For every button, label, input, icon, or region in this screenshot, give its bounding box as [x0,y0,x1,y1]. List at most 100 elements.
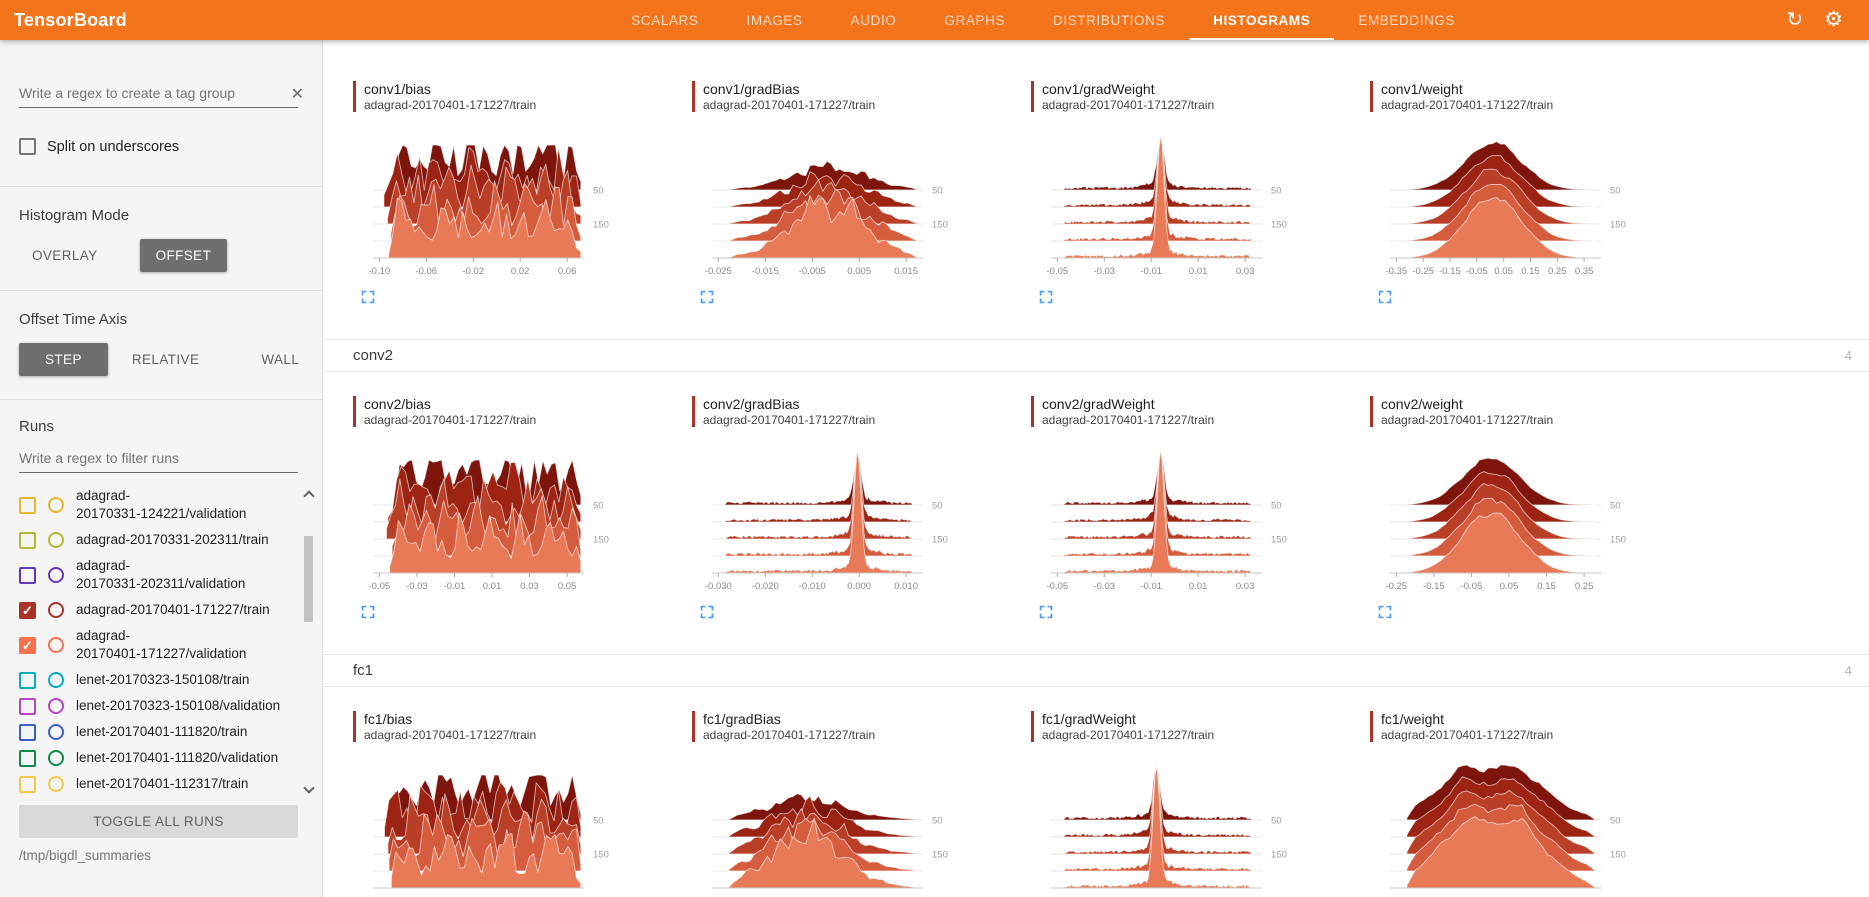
tab-scalars[interactable]: SCALARS [607,0,722,40]
card-titles: conv2/biasadagrad-20170401-171227/train [364,396,536,430]
svg-text:-0.015: -0.015 [752,266,779,277]
run-label: lenet-20170401-111820/validation [76,749,278,767]
svg-text:0.35: 0.35 [1575,266,1594,277]
run-list-item[interactable]: adagrad-20170331-124221/validation [19,483,298,527]
scrollbar-thumb[interactable] [304,536,313,622]
chart-run-label: adagrad-20170401-171227/train [364,728,536,743]
card-accent-bar [1031,711,1034,742]
offset-button[interactable]: OFFSET [140,239,228,272]
run-checkbox[interactable] [19,776,36,793]
expand-icon[interactable] [700,290,714,304]
toolbar-icons: ↻ ⚙ ? [1786,0,1869,40]
expand-icon[interactable] [1378,605,1392,619]
histogram-chart: 50150 [692,753,1031,897]
run-list-item[interactable]: lenet-20170323-150108/train [19,667,298,693]
run-list-item[interactable]: lenet-20170401-111820/validation [19,745,298,771]
split-underscores-checkbox[interactable] [19,138,36,155]
expand-icon[interactable] [361,605,375,619]
run-checkbox[interactable] [19,724,36,741]
expand-icon[interactable] [1378,290,1392,304]
card-row-fc1: fc1/biasadagrad-20170401-171227/train501… [324,711,1869,897]
card-row-conv2: conv2/biasadagrad-20170401-171227/train -… [324,396,1869,619]
svg-text:0.25: 0.25 [1575,581,1594,592]
card-titles: fc1/gradBiasadagrad-20170401-171227/trai… [703,711,875,745]
svg-text:50: 50 [593,501,604,512]
run-checkbox[interactable] [19,532,36,549]
run-list-item[interactable]: adagrad-20170331-202311/train [19,527,298,553]
run-checkbox[interactable]: ✓ [19,637,36,654]
run-color-circle[interactable] [48,567,64,583]
chart-run-label: adagrad-20170401-171227/train [1042,413,1214,428]
expand-icon[interactable] [1039,605,1053,619]
run-list-item[interactable]: ✓adagrad-20170401-171227/train [19,597,298,623]
tab-images[interactable]: IMAGES [723,0,827,40]
svg-text:150: 150 [1610,850,1626,861]
settings-icon[interactable]: ⚙ [1824,10,1843,30]
step-button[interactable]: STEP [19,343,108,376]
run-list-item[interactable]: lenet-20170401-112317/train [19,771,298,797]
runs-filter-input[interactable] [19,447,298,473]
expand-icon[interactable] [1039,290,1053,304]
check-icon: ✓ [22,603,33,619]
run-checkbox[interactable] [19,567,36,584]
tab-audio[interactable]: AUDIO [827,0,921,40]
card-titles: conv1/weightadagrad-20170401-171227/trai… [1381,81,1553,115]
run-color-circle[interactable] [48,602,64,618]
offset-time-axis-buttons: STEP RELATIVE WALL [19,343,298,376]
run-color-circle[interactable] [48,672,64,688]
run-checkbox[interactable] [19,750,36,767]
tab-histograms[interactable]: HISTOGRAMS [1189,0,1334,40]
histogram-chart: 50150 [353,753,692,897]
run-list-item[interactable]: adagrad-20170331-202311/validation [19,553,298,597]
app-title: TensorBoard [0,0,300,40]
expand-icon[interactable] [700,605,714,619]
chart-run-label: adagrad-20170401-171227/train [1042,728,1214,743]
tab-graphs[interactable]: GRAPHS [920,0,1029,40]
split-underscores-row[interactable]: Split on underscores [19,138,298,155]
run-color-circle[interactable] [48,637,64,653]
tab-distributions[interactable]: DISTRIBUTIONS [1029,0,1189,40]
chart-title: conv2/weight [1381,396,1553,413]
toggle-all-runs-button[interactable]: TOGGLE ALL RUNS [19,805,298,838]
run-color-circle[interactable] [48,724,64,740]
chart-title: conv1/bias [364,81,536,98]
run-checkbox[interactable] [19,497,36,514]
nav-tabs: SCALARSIMAGESAUDIOGRAPHSDISTRIBUTIONSHIS… [300,0,1786,40]
svg-text:0.05: 0.05 [558,581,577,592]
scroll-up-icon[interactable] [303,490,314,501]
run-color-circle[interactable] [48,532,64,548]
card-header: fc1/gradWeightadagrad-20170401-171227/tr… [1031,711,1370,745]
svg-text:150: 150 [1271,535,1287,546]
relative-button[interactable]: RELATIVE [116,343,215,376]
svg-text:-0.05: -0.05 [1461,581,1483,592]
overlay-button[interactable]: OVERLAY [16,239,114,272]
run-color-circle[interactable] [48,698,64,714]
run-label-line: 20170331-124221/validation [76,505,246,523]
run-list-item[interactable]: lenet-20170401-111820/train [19,719,298,745]
histogram-card: conv1/weightadagrad-20170401-171227/trai… [1370,81,1709,304]
run-color-circle[interactable] [48,750,64,766]
expand-icon[interactable] [361,290,375,304]
refresh-icon[interactable]: ↻ [1786,10,1803,30]
run-list-item[interactable]: ✓adagrad-20170401-171227/validation [19,623,298,667]
card-row-conv1: conv1/biasadagrad-20170401-171227/train-… [324,81,1869,304]
main-panel[interactable]: conv1/bias adagrad-20170401-171227/train -… [324,40,1869,897]
tab-embeddings[interactable]: EMBEDDINGS [1334,0,1479,40]
section-header-fc1[interactable]: fc14 [324,654,1869,687]
run-color-circle[interactable] [48,497,64,513]
svg-text:50: 50 [1271,186,1282,197]
chart-run-label: adagrad-20170401-171227/train [703,728,875,743]
tag-filter-input[interactable] [19,82,298,108]
run-checkbox[interactable] [19,698,36,715]
section-header-conv2[interactable]: conv24 [324,339,1869,372]
svg-text:0.005: 0.005 [847,266,871,277]
run-list-item[interactable]: lenet-20170323-150108/validation [19,693,298,719]
wall-button[interactable]: WALL [245,343,315,376]
run-checkbox[interactable] [19,672,36,689]
run-checkbox[interactable]: ✓ [19,602,36,619]
scroll-down-icon[interactable] [303,782,314,793]
run-color-circle[interactable] [48,776,64,792]
card-accent-bar [692,396,695,427]
card-titles: fc1/gradWeightadagrad-20170401-171227/tr… [1042,711,1214,745]
close-icon[interactable]: ✕ [291,84,304,104]
